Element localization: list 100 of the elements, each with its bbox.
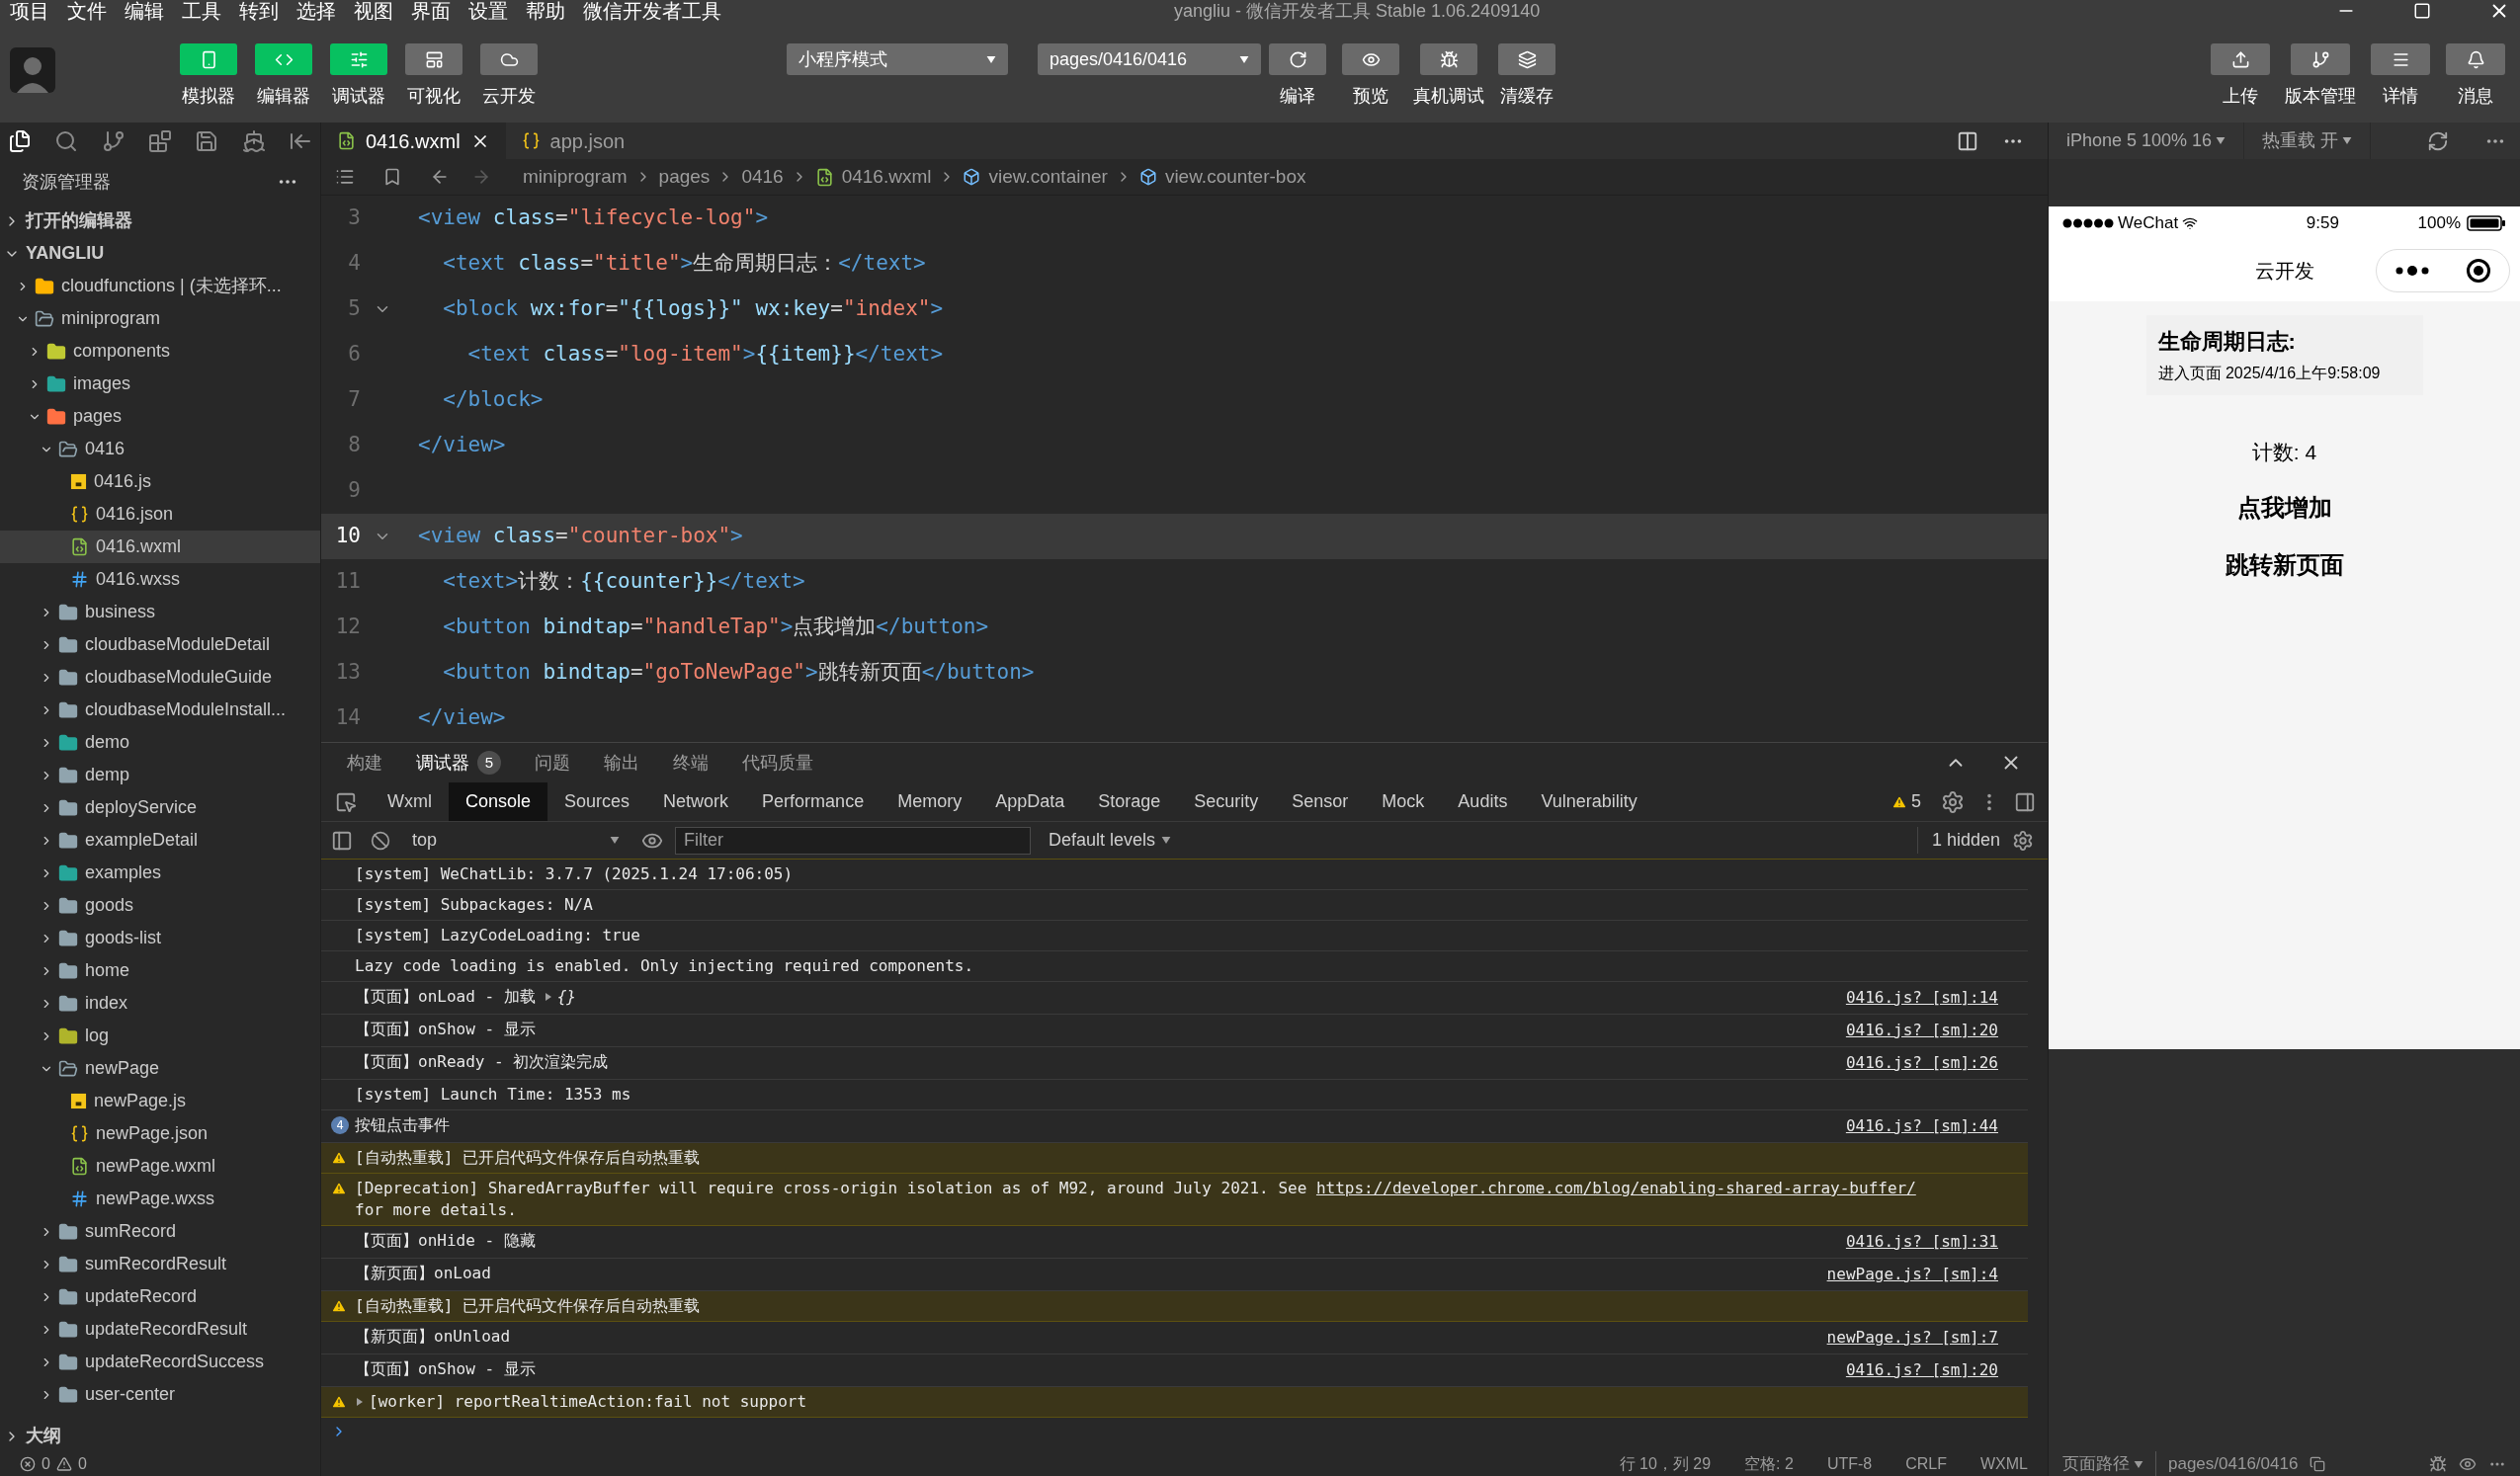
tree-item[interactable]: 0416 <box>0 433 320 465</box>
breadcrumb-item[interactable]: view.container <box>988 162 1108 192</box>
tree-item[interactable]: log <box>0 1020 320 1052</box>
bookmark-icon[interactable] <box>382 167 402 187</box>
sidebar-toggle-icon[interactable] <box>331 829 353 852</box>
source-link[interactable]: 0416.js? [sm]:26 <box>1845 1051 1998 1075</box>
expand-triangle-icon[interactable] <box>543 992 553 1002</box>
source-link[interactable]: 0416.js? [sm]:14 <box>1845 986 1998 1010</box>
split-editor-icon[interactable] <box>1957 129 1978 152</box>
devtools-tab[interactable]: Performance <box>745 782 882 821</box>
toolbar-button[interactable] <box>405 43 462 75</box>
tree-item[interactable]: 0416.wxml <box>0 531 320 563</box>
link[interactable]: https://developer.chrome.com/blog/enabling-shared-array-buffer/ <box>1315 1179 1916 1197</box>
source-link[interactable]: 0416.js? [sm]:44 <box>1845 1114 1998 1138</box>
settings-icon[interactable] <box>1941 789 1965 814</box>
settings-icon[interactable] <box>2012 829 2034 852</box>
tree-item[interactable]: deployService <box>0 791 320 824</box>
tree-item[interactable]: examples <box>0 857 320 889</box>
tree-item[interactable]: business <box>0 596 320 628</box>
page-select[interactable]: pages/0416/0416 <box>1038 43 1261 75</box>
tree-item[interactable]: newPage.wxss <box>0 1183 320 1215</box>
tree-item[interactable]: user-center <box>0 1378 320 1411</box>
tree-item[interactable]: 0416.json <box>0 498 320 531</box>
devtools-tab[interactable]: Sensor <box>1275 782 1366 821</box>
tree-item[interactable]: 0416.js <box>0 465 320 498</box>
tree-item[interactable]: exampleDetail <box>0 824 320 857</box>
levels-select[interactable]: Default levels <box>1049 827 1172 854</box>
source-link[interactable]: 0416.js? [sm]:20 <box>1845 1019 1998 1042</box>
copy-icon[interactable] <box>2310 1456 2326 1472</box>
toolbar-button[interactable] <box>480 43 538 75</box>
tree-item[interactable]: sumRecordResult <box>0 1248 320 1280</box>
devtools-tab[interactable]: Wxml <box>371 782 449 821</box>
eye-icon[interactable] <box>2459 1455 2477 1473</box>
device-select[interactable]: iPhone 5 100% 16 <box>2049 123 2245 159</box>
toolbar-button[interactable] <box>2291 43 2350 75</box>
object-preview[interactable]: {} <box>556 985 576 1009</box>
toolbar-button[interactable] <box>2446 43 2505 75</box>
section-header[interactable]: YANGLIU <box>0 237 320 270</box>
menu-item[interactable]: 帮助 <box>526 1 565 21</box>
expand-triangle-icon[interactable] <box>355 1397 365 1407</box>
menu-item[interactable]: 视图 <box>354 1 393 21</box>
devtools-tab[interactable]: AppData <box>978 782 1082 821</box>
panel-tab[interactable]: 构建 <box>347 749 382 777</box>
section-header[interactable]: 大纲 <box>0 1420 320 1452</box>
tree-item[interactable]: 0416.wxss <box>0 563 320 596</box>
menu-item[interactable]: 编辑 <box>125 1 164 21</box>
status-item[interactable]: UTF-8 <box>1826 1452 1873 1476</box>
toolbar-button[interactable] <box>1420 43 1477 75</box>
tree-item[interactable]: sumRecord <box>0 1215 320 1248</box>
maximize-icon[interactable] <box>2413 2 2431 20</box>
toolbar-button[interactable] <box>2371 43 2430 75</box>
tree-item[interactable]: miniprogram <box>0 302 320 335</box>
toolbar-button[interactable] <box>1269 43 1326 75</box>
panel-tab[interactable]: 输出 <box>604 749 639 777</box>
toolbar-button[interactable] <box>1342 43 1399 75</box>
avatar[interactable] <box>10 47 55 93</box>
devtools-tab[interactable]: Vulnerability <box>1524 782 1654 821</box>
inspect-icon[interactable] <box>335 790 357 813</box>
devtools-tab[interactable]: Network <box>646 782 746 821</box>
page-button[interactable]: 点我增加 <box>2236 489 2332 526</box>
status-item[interactable]: WXML <box>1980 1452 2028 1476</box>
refresh-icon[interactable] <box>2427 129 2449 152</box>
menu-item[interactable]: 选择 <box>296 1 336 21</box>
tree-item[interactable]: cloudfunctions | (未选择环... <box>0 270 320 302</box>
panel-tab[interactable]: 代码质量 <box>742 749 813 777</box>
devtools-tab[interactable]: Storage <box>1081 782 1178 821</box>
dock-icon[interactable] <box>2014 790 2036 813</box>
list-icon[interactable] <box>335 167 355 187</box>
tree-item[interactable]: cloudbaseModuleDetail <box>0 628 320 661</box>
path-select[interactable]: 页面路径 <box>2062 1451 2143 1476</box>
tree-item[interactable]: updateRecord <box>0 1280 320 1313</box>
devtools-tab[interactable]: Memory <box>881 782 979 821</box>
tree-item[interactable]: demo <box>0 726 320 759</box>
blocks-icon[interactable] <box>148 128 172 153</box>
tree-item[interactable]: images <box>0 368 320 400</box>
source-link[interactable]: newPage.js? [sm]:7 <box>1826 1326 1998 1350</box>
tree-item[interactable]: newPage.js <box>0 1085 320 1117</box>
devtools-tab[interactable]: Mock <box>1365 782 1442 821</box>
tree-item[interactable]: cloudbaseModuleGuide <box>0 661 320 694</box>
branch-icon[interactable] <box>101 128 126 153</box>
tree-item[interactable]: demp <box>0 759 320 791</box>
section-header[interactable]: 打开的编辑器 <box>0 205 320 237</box>
breadcrumb-item[interactable]: 0416.wxml <box>841 162 932 192</box>
status-item[interactable]: CRLF <box>1905 1452 1947 1476</box>
devtools-tab[interactable]: Audits <box>1441 782 1525 821</box>
status-item[interactable]: 行 10，列 29 <box>1619 1452 1712 1476</box>
tree-item[interactable]: updateRecordSuccess <box>0 1346 320 1378</box>
filter-field[interactable]: Filter <box>675 826 1031 855</box>
devtools-tab[interactable]: Security <box>1177 782 1276 821</box>
editor-tab[interactable]: app.json <box>505 123 641 159</box>
toolbar-button[interactable] <box>1498 43 1555 75</box>
tree-item[interactable]: components <box>0 335 320 368</box>
breadcrumb-item[interactable]: view.counter-box <box>1164 162 1306 192</box>
page-button[interactable]: 跳转新页面 <box>2225 546 2344 583</box>
breadcrumb-item[interactable]: 0416 <box>741 162 784 192</box>
clear-console-icon[interactable] <box>371 830 390 851</box>
menu-item[interactable]: 微信开发者工具 <box>583 1 721 21</box>
menu-item[interactable]: 项目 <box>10 1 49 21</box>
devtools-tab[interactable]: Console <box>449 782 548 821</box>
breadcrumb-item[interactable]: miniprogram <box>523 162 628 192</box>
